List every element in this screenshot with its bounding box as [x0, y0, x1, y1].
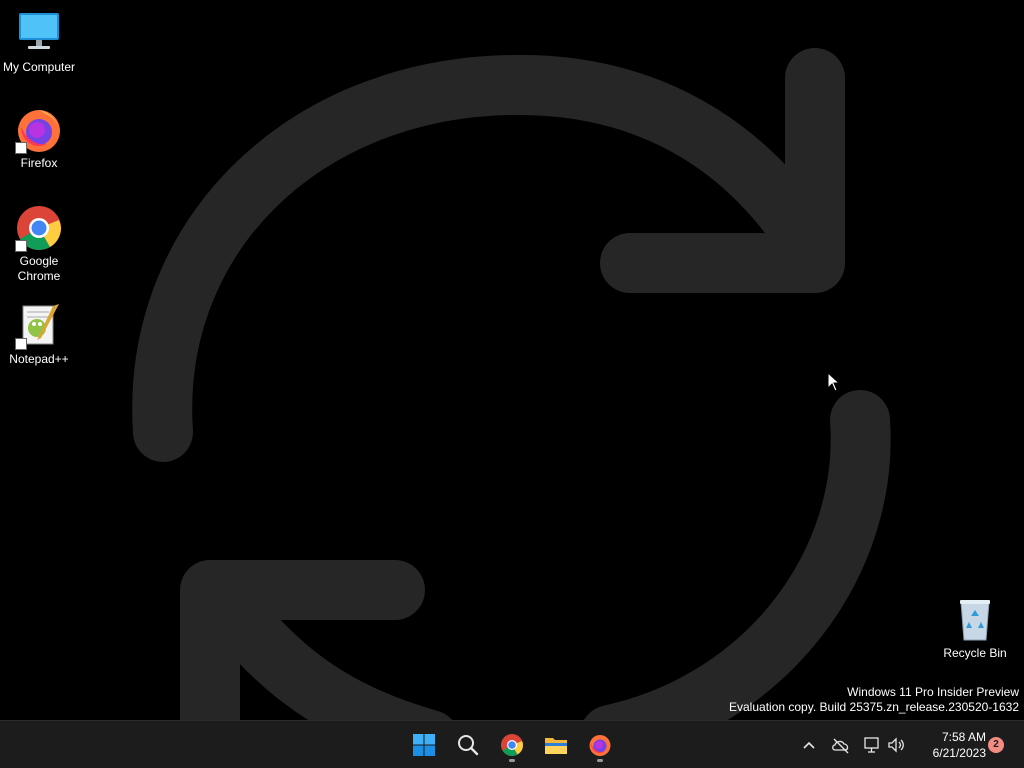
monitor-icon	[15, 10, 63, 58]
desktop-icon-my-computer[interactable]: My Computer	[1, 10, 77, 75]
volume-icon	[888, 737, 904, 753]
onedrive-status-button[interactable]	[829, 733, 853, 757]
network-icon	[864, 737, 879, 753]
clock-time: 7:58 AM	[941, 730, 986, 744]
taskbar-file-explorer-button[interactable]	[538, 727, 574, 763]
running-indicator	[509, 759, 515, 762]
firefox-icon	[15, 106, 63, 154]
mouse-cursor-icon	[827, 372, 841, 392]
taskbar: 7:58 AM 6/21/2023 2	[0, 720, 1024, 768]
search-button[interactable]	[450, 727, 486, 763]
running-indicator	[597, 759, 603, 762]
desktop-icon-recycle-bin[interactable]: Recycle Bin	[937, 596, 1013, 661]
folder-icon	[545, 738, 567, 754]
refresh-arrows-icon	[132, 48, 891, 720]
onedrive-offline-icon	[832, 738, 849, 754]
chrome-icon	[501, 734, 523, 756]
shortcut-arrow-icon	[15, 142, 27, 154]
desktop-icon-label: Firefox	[20, 156, 58, 170]
taskbar-firefox-button[interactable]	[582, 727, 618, 763]
network-button[interactable]	[860, 733, 884, 757]
desktop-icon-label: Recycle Bin	[943, 646, 1007, 660]
watermark-edition: Windows 11 Pro Insider Preview	[847, 685, 1019, 699]
volume-button[interactable]	[884, 733, 908, 757]
desktop-icon-google-chrome[interactable]: Google Chrome	[1, 204, 77, 284]
notepad-plus-plus-icon	[15, 302, 63, 350]
desktop-icon-label: Google Chrome	[17, 254, 61, 283]
desktop-icon-label: My Computer	[2, 60, 76, 74]
clock-button[interactable]: 7:58 AM 6/21/2023	[912, 729, 986, 761]
taskbar-chrome-button[interactable]	[494, 727, 530, 763]
shortcut-arrow-icon	[15, 240, 27, 252]
windows-build-watermark: Windows 11 Pro Insider Preview Evaluatio…	[729, 685, 1019, 715]
shortcut-arrow-icon	[15, 338, 27, 350]
firefox-icon	[589, 735, 611, 756]
recycle-bin-icon	[951, 596, 999, 644]
search-icon	[458, 735, 479, 756]
show-hidden-icons-button[interactable]	[797, 733, 821, 757]
start-button[interactable]	[406, 727, 442, 763]
windows-start-icon	[413, 734, 435, 756]
clock-date: 6/21/2023	[932, 746, 986, 760]
watermark-build: Evaluation copy. Build 25375.zn_release.…	[729, 700, 1019, 714]
chrome-icon	[15, 204, 63, 252]
chevron-up-icon	[803, 741, 815, 749]
notification-badge[interactable]: 2	[988, 737, 1004, 753]
desktop-icon-firefox[interactable]: Firefox	[1, 106, 77, 171]
desktop-icon-notepad-plus-plus[interactable]: Notepad++	[1, 302, 77, 367]
desktop[interactable]: My Computer Firefox Google Chrome Notepa…	[0, 0, 1024, 720]
desktop-icon-label: Notepad++	[9, 352, 69, 366]
